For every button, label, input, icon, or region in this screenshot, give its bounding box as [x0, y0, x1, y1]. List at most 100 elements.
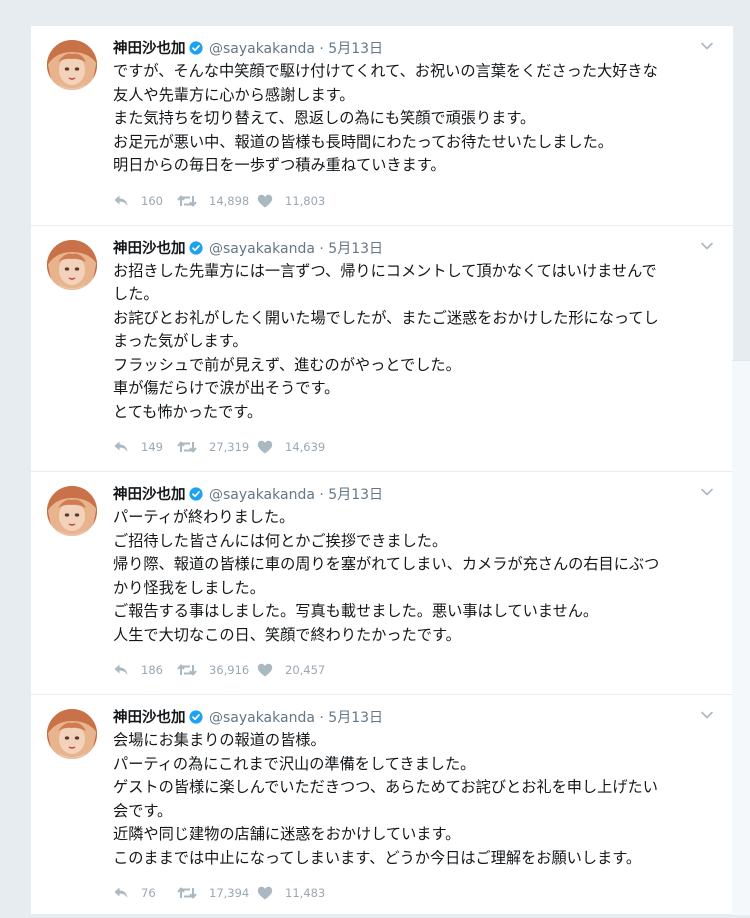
- chevron-down-icon: [701, 42, 713, 50]
- retweet-button[interactable]: 14,898: [177, 194, 257, 208]
- tweet-menu-button[interactable]: [699, 38, 715, 54]
- reply-count: 76: [141, 886, 156, 900]
- tweet-text-line: とても怖かったです。: [113, 402, 263, 421]
- display-name[interactable]: 神田沙也加: [113, 487, 186, 503]
- tweet-text: ですが、そんな中笑顔で駆け付けてくれて、お祝いの言葉をくださった大好きな 友人や先…: [113, 60, 711, 178]
- tweet-text-line: パーティの為にこれまで沢山の準備をしてきました。: [113, 754, 476, 773]
- tweet-actions: 160 14,898 11,803: [113, 191, 711, 211]
- avatar-image: [47, 40, 97, 90]
- separator-dot: ·: [319, 41, 324, 57]
- like-button[interactable]: 11,483: [257, 886, 325, 900]
- tweet-date[interactable]: 5月13日: [328, 487, 383, 503]
- user-handle[interactable]: @sayakakanda: [209, 41, 315, 57]
- tweet-actions: 186 36,916 20,457: [113, 660, 711, 680]
- user-handle[interactable]: @sayakakanda: [209, 487, 315, 503]
- reply-icon: [114, 195, 128, 206]
- separator-dot: ·: [319, 710, 324, 726]
- reply-count: 149: [141, 440, 163, 454]
- user-handle[interactable]: @sayakakanda: [209, 710, 315, 726]
- tweet-text-line: 会場にお集まりの報道の皆様。: [113, 731, 326, 749]
- tweet[interactable]: 神田沙也加 @sayakakanda · 5月13日 パーティが終わりました。ご…: [31, 472, 733, 695]
- retweet-button[interactable]: 36,916: [177, 663, 257, 677]
- heart-icon: [257, 440, 273, 454]
- side-panel-edge: [732, 360, 750, 915]
- tweet-menu-button[interactable]: [699, 484, 715, 500]
- tweet-actions: 149 27,319 14,639: [113, 437, 711, 457]
- tweet-text-line: 友人や先輩方に心から感謝します。: [113, 85, 355, 104]
- reply-count: 160: [141, 193, 163, 208]
- reply-button[interactable]: 160: [113, 194, 175, 208]
- avatar[interactable]: [47, 40, 97, 90]
- timeline: 神田沙也加 @sayakakanda · 5月13日 ですが、そんな中笑顔で駆け…: [30, 26, 734, 918]
- tweet-text-line: ご報告する事はしました。写真も載せました。悪い事はしていません。: [113, 602, 599, 620]
- tweet-text-line: 人生で大切なこの日、笑顔で終わりたかったです。: [113, 625, 461, 644]
- tweet-header: 神田沙也加 @sayakakanda · 5月13日: [113, 708, 711, 728]
- tweet-text-line: フラッシュで前が見えず、進むのがやっとでした。: [113, 355, 461, 374]
- like-button[interactable]: 11,803: [257, 194, 325, 208]
- like-button[interactable]: 14,639: [257, 440, 325, 454]
- tweet-menu-button[interactable]: [699, 238, 715, 254]
- reply-button[interactable]: 149: [113, 440, 175, 454]
- display-name[interactable]: 神田沙也加: [113, 41, 186, 57]
- verified-badge-icon: [188, 240, 203, 261]
- verified-badge-icon: [188, 41, 203, 61]
- tweet-text: お招きした先輩方には一言ずつ、帰りにコメントして頂かなくてはいけませんで した。お…: [113, 260, 711, 425]
- heart-icon: [257, 194, 273, 207]
- tweet-text-line: 会です。: [113, 801, 173, 820]
- retweet-icon: [177, 441, 197, 453]
- avatar-image: [47, 709, 97, 759]
- reply-button[interactable]: 186: [113, 663, 175, 677]
- reply-count: 186: [141, 663, 163, 677]
- avatar[interactable]: [47, 709, 97, 759]
- tweet-header: 神田沙也加 @sayakakanda · 5月13日: [113, 39, 711, 59]
- reply-button[interactable]: 76: [113, 886, 175, 900]
- tweet-text-line: 明日からの毎日を一歩ずつ積み重ねていきます。: [113, 156, 446, 174]
- like-count: 11,803: [285, 193, 326, 208]
- tweet-menu-button[interactable]: [699, 707, 715, 723]
- tweet-text-line: ですが、そんな中笑顔で駆け付けてくれて、お祝いの言葉をくださった大好きな: [113, 62, 658, 80]
- heart-icon: [257, 663, 273, 677]
- avatar-image: [47, 239, 97, 290]
- tweet-text-line: また気持ちを切り替えて、恩返しの為にも笑顔で頑張ります。: [113, 109, 536, 127]
- like-button[interactable]: 20,457: [257, 663, 325, 677]
- retweet-icon: [177, 664, 197, 676]
- tweet-text-line: まった気がします。: [113, 332, 248, 350]
- reply-icon: [114, 441, 128, 452]
- avatar[interactable]: [47, 486, 97, 536]
- tweet[interactable]: 神田沙也加 @sayakakanda · 5月13日 会場にお集まりの報道の皆様…: [31, 695, 733, 918]
- tweet-text: 会場にお集まりの報道の皆様。パーティの為にこれまで沢山の準備をしてきました。ゲス…: [113, 729, 711, 870]
- retweet-icon: [177, 887, 197, 899]
- tweet-text-line: 帰り際、報道の皆様に車の周りを塞がれてしまい、カメラが充さんの右目にぶつ: [113, 555, 660, 573]
- like-count: 11,483: [285, 886, 326, 900]
- tweet-text-line: お招きした先輩方には一言ずつ、帰りにコメントして頂かなくてはいけませんで: [113, 261, 657, 280]
- tweet-header: 神田沙也加 @sayakakanda · 5月13日: [113, 485, 711, 505]
- retweet-button[interactable]: 17,394: [177, 886, 257, 900]
- separator-dot: ·: [319, 487, 324, 503]
- top-gap: [0, 0, 750, 26]
- verified-badge-icon: [188, 487, 203, 507]
- retweet-count: 36,916: [209, 663, 250, 677]
- tweet-date[interactable]: 5月13日: [328, 41, 383, 57]
- tweet[interactable]: 神田沙也加 @sayakakanda · 5月13日 お招きした先輩方には一言ず…: [31, 226, 733, 472]
- tweet-date[interactable]: 5月13日: [328, 241, 383, 257]
- display-name[interactable]: 神田沙也加: [113, 241, 186, 257]
- user-handle[interactable]: @sayakakanda: [209, 241, 315, 257]
- chevron-down-icon: [701, 488, 713, 496]
- retweet-icon: [177, 195, 197, 206]
- tweet-date[interactable]: 5月13日: [328, 710, 383, 726]
- tweet-header: 神田沙也加 @sayakakanda · 5月13日: [113, 239, 711, 259]
- tweet-text-line: かり怪我をしました。: [113, 578, 265, 597]
- tweet-text-line: このままでは中止になってしまいます、どうか今日はご理解をお願いします。: [113, 848, 642, 867]
- retweet-count: 14,898: [209, 193, 250, 208]
- tweet-text-line: ゲストの皆様に楽しんでいただきつつ、あらためてお詫びとお礼を申し上げたい: [113, 778, 658, 796]
- like-count: 20,457: [285, 663, 326, 677]
- avatar[interactable]: [47, 239, 97, 290]
- tweet-text-line: パーティが終わりました。: [113, 508, 295, 526]
- tweet-text-line: 近隣や同じ建物の店舗に迷惑をおかけしています。: [113, 825, 461, 843]
- tweet[interactable]: 神田沙也加 @sayakakanda · 5月13日 ですが、そんな中笑顔で駆け…: [31, 26, 733, 226]
- tweet-text-line: お詫びとお礼がしたく開いた場でしたが、またご迷惑をおかけした形になってし: [113, 308, 659, 327]
- display-name[interactable]: 神田沙也加: [113, 710, 186, 726]
- retweet-button[interactable]: 27,319: [177, 440, 257, 454]
- chevron-down-icon: [701, 711, 713, 719]
- tweet-text-line: お足元が悪い中、報道の皆様も長時間にわたってお待たせいたしました。: [113, 132, 613, 151]
